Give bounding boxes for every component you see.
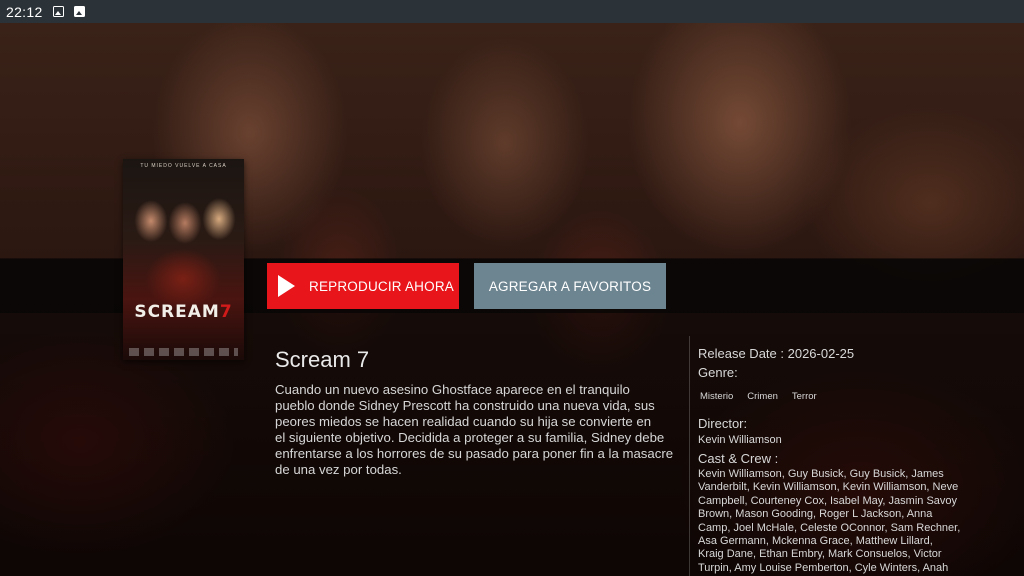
cast-line: Turpin, Amy Louise Pemberton, Cyle Winte… [698, 561, 949, 574]
cast-line: Asa Germann, Mckenna Grace, Matthew Lill… [698, 535, 933, 548]
cast-line: Kraig Dane, Ethan Embry, Mark Consuelos,… [698, 548, 942, 561]
image-alt-icon [73, 6, 85, 17]
synopsis-line: Cuando un nuevo asesino Ghostface aparec… [275, 382, 630, 397]
genre-list: Misterio Crimen Terror [700, 391, 831, 402]
synopsis-line: el siguiente objetivo. Decidida a proteg… [275, 430, 665, 445]
movie-title: Scream 7 [275, 347, 370, 372]
image-icon [52, 6, 64, 17]
status-bar: 22:12 [0, 0, 1024, 23]
release-date: Release Date : 2026-02-25 [698, 346, 855, 361]
director-label: Director: [698, 416, 748, 431]
poster-title-number: 7 [219, 302, 233, 322]
cast-list: Kevin Williamson, Guy Busick, Guy Busick… [698, 468, 973, 575]
status-time: 22:12 [6, 3, 43, 20]
cast-line: Vanderbilt, Kevin Williamson, Kevin Will… [698, 481, 959, 494]
play-now-label: REPRODUCIR AHORA [309, 278, 454, 294]
details-divider [689, 336, 690, 576]
cast-line: Camp, Joel McHale, Celeste OConnor, Sam … [698, 521, 961, 534]
poster-title-main: SCREAM [134, 302, 220, 322]
movie-poster[interactable]: TU MIEDO VUELVE A CASA SCREAM7 [123, 159, 244, 360]
director-name: Kevin Williamson [698, 434, 782, 446]
genre-chip[interactable]: Misterio [700, 391, 733, 402]
play-now-button[interactable]: REPRODUCIR AHORA [267, 263, 459, 309]
synopsis-line: peores miedos se hacen realidad cuando s… [275, 414, 652, 429]
cast-line: Campbell, Courteney Cox, Isabel May, Jas… [698, 494, 958, 507]
genre-chip[interactable]: Crimen [747, 391, 778, 402]
poster-credits-block [129, 348, 238, 356]
genre-label: Genre: [698, 365, 738, 380]
play-icon [278, 275, 295, 297]
poster-tagline: TU MIEDO VUELVE A CASA [140, 163, 227, 169]
movie-synopsis: Cuando un nuevo asesino Ghostface aparec… [275, 382, 685, 478]
synopsis-line: enfrentarse a los horrores de su pasado … [275, 446, 674, 461]
poster-title: SCREAM7 [123, 302, 244, 322]
genre-chip[interactable]: Terror [792, 391, 817, 402]
cast-label: Cast & Crew : [698, 451, 779, 466]
synopsis-line: pueblo donde Sidney Prescott ha construi… [275, 398, 655, 413]
synopsis-line: de una vez por todas. [275, 462, 402, 477]
add-to-favorites-button[interactable]: AGREGAR A FAVORITOS [474, 263, 666, 309]
cast-line: Kevin Williamson, Guy Busick, Guy Busick… [698, 468, 944, 480]
cast-line: Brown, Mason Gooding, Roger L Jackson, A… [698, 508, 933, 521]
add-to-favorites-label: AGREGAR A FAVORITOS [488, 278, 652, 294]
